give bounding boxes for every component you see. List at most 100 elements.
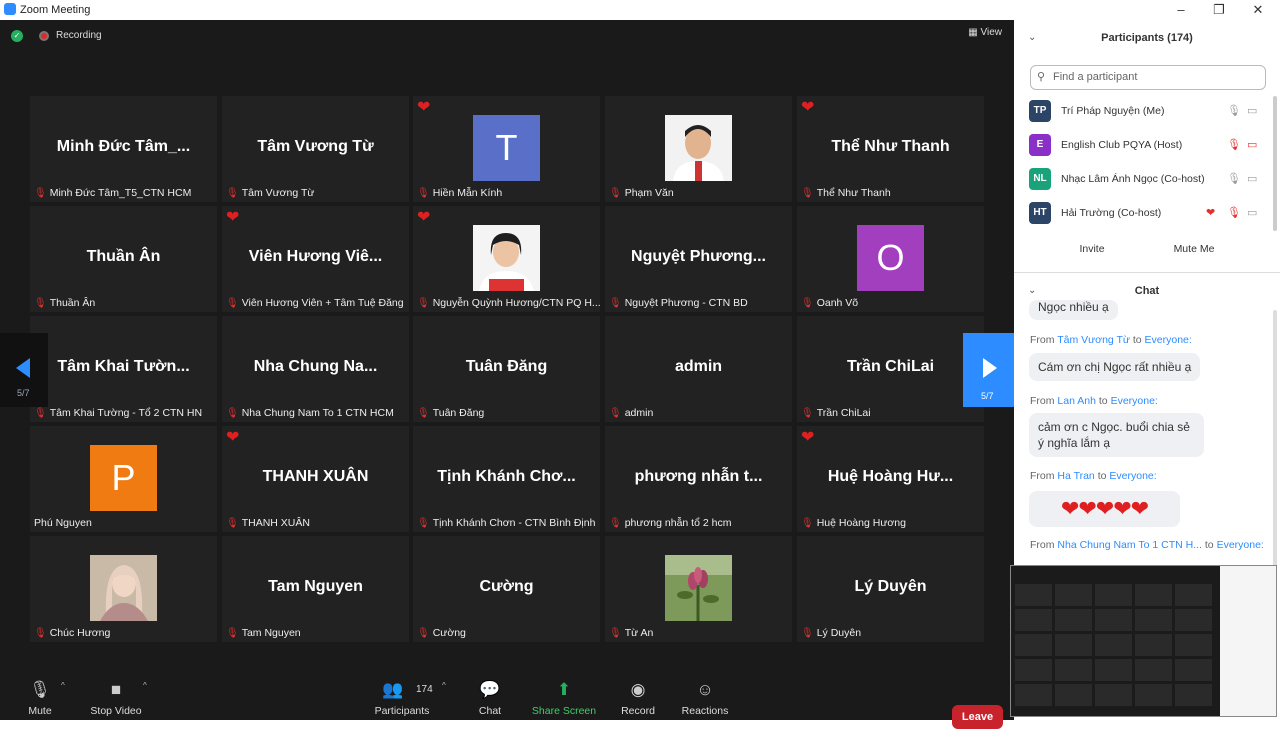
microphone-muted-icon: 🎙 bbox=[801, 408, 814, 419]
participant-row[interactable]: E English Club PQYA (Host) 🎙 ▭ bbox=[1014, 130, 1280, 164]
next-page-button[interactable]: 5/7 bbox=[963, 333, 1014, 407]
recipient[interactable]: Everyone: bbox=[1109, 470, 1156, 482]
tile-display-name: Nha Chung Na... bbox=[253, 358, 378, 375]
participant-tile[interactable]: ❤ T 🎙 Hiền Mẫn Kính bbox=[413, 96, 600, 202]
recipient[interactable]: Everyone: bbox=[1217, 539, 1264, 551]
microphone-muted-icon[interactable]: 🎙 bbox=[1227, 138, 1241, 151]
share-screen-button[interactable]: ⬆ Share Screen bbox=[524, 675, 604, 720]
participants-scrollbar[interactable] bbox=[1273, 96, 1277, 231]
participant-tile[interactable]: Thuần Ân 🎙 Thuần Ân bbox=[30, 206, 217, 312]
participant-tile[interactable]: ❤ Viên Hương Viê... 🎙 Viên Hương Viên + Tâm… bbox=[222, 206, 409, 312]
participant-tile[interactable]: Tâm Khai Tườn... 🎙 Tâm Khai Tường - Tổ 2 C… bbox=[30, 316, 217, 422]
participant-tile[interactable]: ❤ Thể Như Thanh 🎙 Thể Như Thanh bbox=[797, 96, 984, 202]
microphone-muted-icon: 🎙 bbox=[226, 408, 239, 419]
participant-name: Nguyễn Quỳnh Hương/CTN PQ H... bbox=[432, 297, 600, 309]
microphone-icon[interactable]: 🎙 bbox=[1227, 172, 1241, 185]
participant-tile[interactable]: admin 🎙 admin bbox=[605, 316, 792, 422]
recipient[interactable]: Everyone: bbox=[1111, 395, 1158, 407]
search-icon: ⚲ bbox=[1037, 71, 1046, 83]
tile-display-name: Cường bbox=[479, 578, 534, 595]
minimize-button[interactable]: – bbox=[1166, 1, 1196, 19]
chat-title: Chat bbox=[1134, 285, 1160, 297]
chat-scrollbar[interactable] bbox=[1273, 310, 1277, 570]
participants-button[interactable]: 👥 174 Participants ^ bbox=[362, 675, 446, 720]
microphone-muted-icon: 🎙 bbox=[609, 188, 622, 199]
participant-tile[interactable]: ❤ Huệ Hoàng Hư... 🎙 Huệ Hoàng Hương bbox=[797, 426, 984, 532]
heart-reaction-icon: ❤ bbox=[226, 429, 240, 446]
sender-name[interactable]: Lan Anh bbox=[1057, 395, 1096, 407]
stop-video-button[interactable]: ■ Stop Video ^ bbox=[76, 675, 156, 720]
chevron-down-icon[interactable]: ⌄ bbox=[1028, 285, 1036, 296]
heart-reaction-icon: ❤ bbox=[226, 209, 240, 226]
participant-tile[interactable]: 🎙 Từ An bbox=[605, 536, 792, 642]
video-camera-icon[interactable]: ▭ bbox=[1247, 206, 1257, 219]
participant-tile[interactable]: Lý Duyên 🎙 Lý Duyên bbox=[797, 536, 984, 642]
previous-page-button[interactable]: 5/7 bbox=[0, 333, 48, 407]
sender-name[interactable]: Tâm Vương Từ bbox=[1057, 334, 1130, 346]
thumbnail-tile bbox=[1015, 659, 1052, 681]
participant-tile[interactable]: O 🎙 Oanh Võ bbox=[797, 206, 984, 312]
video-camera-icon[interactable]: ▭ bbox=[1247, 104, 1257, 117]
microphone-icon[interactable]: 🎙 bbox=[1227, 104, 1241, 117]
thumbnail-tile bbox=[1015, 584, 1052, 606]
recording-status[interactable]: Recording bbox=[56, 30, 102, 41]
participant-tile[interactable]: Tam Nguyen 🎙 Tam Nguyen bbox=[222, 536, 409, 642]
microphone-muted-icon[interactable]: 🎙 bbox=[1227, 206, 1241, 219]
microphone-muted-icon: 🎙 bbox=[226, 628, 239, 639]
thumbnail-tile bbox=[1175, 584, 1212, 606]
tile-name-label: 🎙 Huệ Hoàng Hương bbox=[801, 517, 906, 529]
invite-button[interactable]: Invite bbox=[1077, 240, 1107, 260]
participant-name: Thể Như Thanh bbox=[816, 187, 891, 199]
participant-tile[interactable]: Minh Đức Tâm_... 🎙 Minh Đức Tâm_T5_CTN HCM bbox=[30, 96, 217, 202]
microphone-muted-icon: 🎙 bbox=[801, 298, 814, 309]
heart-reaction-icon: ❤ bbox=[801, 429, 815, 446]
participant-search-input[interactable]: ⚲ Find a participant bbox=[1030, 65, 1266, 90]
participant-tile[interactable]: ❤ THANH XUÂN 🎙 THANH XUÂN bbox=[222, 426, 409, 532]
microphone-muted-icon: 🎙 bbox=[34, 628, 47, 639]
participant-tile[interactable]: Trần ChiLai 🎙 Trần ChiLai bbox=[797, 316, 984, 422]
close-button[interactable]: ✕ bbox=[1243, 1, 1273, 19]
tile-display-name: Nguyệt Phương... bbox=[631, 248, 766, 265]
microphone-muted-icon: 🎙 bbox=[609, 298, 622, 309]
view-button[interactable]: ▦ View bbox=[968, 27, 1002, 38]
leave-button[interactable]: Leave bbox=[952, 705, 1003, 729]
screen-share-thumbnail[interactable] bbox=[1010, 565, 1277, 717]
participant-tile[interactable]: phương nhẫn t... 🎙 phương nhẫn tổ 2 hcm bbox=[605, 426, 792, 532]
page-indicator-left: 5/7 bbox=[17, 388, 30, 398]
mute-me-button[interactable]: Mute Me bbox=[1168, 240, 1220, 260]
participant-tile[interactable]: Tuân Đăng 🎙 Tuân Đăng bbox=[413, 316, 600, 422]
video-options-caret-icon[interactable]: ^ bbox=[143, 681, 147, 690]
tile-name-label: 🎙 Thể Như Thanh bbox=[801, 187, 891, 199]
participant-tile[interactable]: Tịnh Khánh Chơ... 🎙 Tịnh Khánh Chơn - CTN … bbox=[413, 426, 600, 532]
tile-name-label: 🎙 Oanh Võ bbox=[801, 297, 858, 309]
reactions-label: Reactions bbox=[681, 705, 729, 717]
reactions-button[interactable]: ☺ Reactions bbox=[665, 675, 745, 720]
participant-tile[interactable]: Nha Chung Na... 🎙 Nha Chung Nam To 1 CTN H… bbox=[222, 316, 409, 422]
security-shield-icon[interactable]: ✓ bbox=[11, 30, 23, 42]
maximize-button[interactable]: ❐ bbox=[1204, 1, 1234, 19]
participant-tile[interactable]: P Phú Nguyen bbox=[30, 426, 217, 532]
mute-button[interactable]: 🎙 Mute ^ bbox=[0, 675, 80, 720]
video-camera-icon[interactable]: ▭ bbox=[1247, 172, 1257, 185]
microphone-muted-icon: 🎙 bbox=[417, 408, 430, 419]
recipient[interactable]: Everyone: bbox=[1145, 334, 1192, 346]
participant-row[interactable]: HT Hải Trường (Co-host) ❤ 🎙 ▭ bbox=[1014, 198, 1280, 232]
participant-tile[interactable]: ❤ 🎙 Nguyễn Quỳnh Hương/CTN PQ H... bbox=[413, 206, 600, 312]
video-off-icon[interactable]: ▭ bbox=[1247, 138, 1257, 151]
chevron-down-icon[interactable]: ⌄ bbox=[1028, 32, 1036, 43]
avatar: TP bbox=[1029, 100, 1051, 122]
audio-options-caret-icon[interactable]: ^ bbox=[61, 681, 65, 690]
participant-row[interactable]: NL Nhạc Lâm Ánh Ngọc (Co-host) 🎙 ▭ bbox=[1014, 164, 1280, 198]
sender-name[interactable]: Ha Tran bbox=[1057, 470, 1094, 482]
participant-tile[interactable]: 🎙 Chúc Hương bbox=[30, 536, 217, 642]
heart-reaction-icon: ❤ bbox=[417, 209, 431, 226]
participant-tile[interactable]: 🎙 Phạm Văn bbox=[605, 96, 792, 202]
participant-name: Huệ Hoàng Hương bbox=[816, 517, 906, 529]
participant-tile[interactable]: Tâm Vương Từ 🎙 Tâm Vương Từ bbox=[222, 96, 409, 202]
sender-name[interactable]: Nha Chung Nam To 1 CTN H... bbox=[1057, 539, 1202, 551]
participant-tile[interactable]: Nguyệt Phương... 🎙 Nguyệt Phương - CTN BD bbox=[605, 206, 792, 312]
participant-row[interactable]: TP Trí Pháp Nguyện (Me) 🎙 ▭ bbox=[1014, 96, 1280, 130]
chat-button[interactable]: 💬 Chat bbox=[450, 675, 530, 720]
participants-caret-icon[interactable]: ^ bbox=[442, 681, 446, 690]
participant-tile[interactable]: Cường 🎙 Cường bbox=[413, 536, 600, 642]
